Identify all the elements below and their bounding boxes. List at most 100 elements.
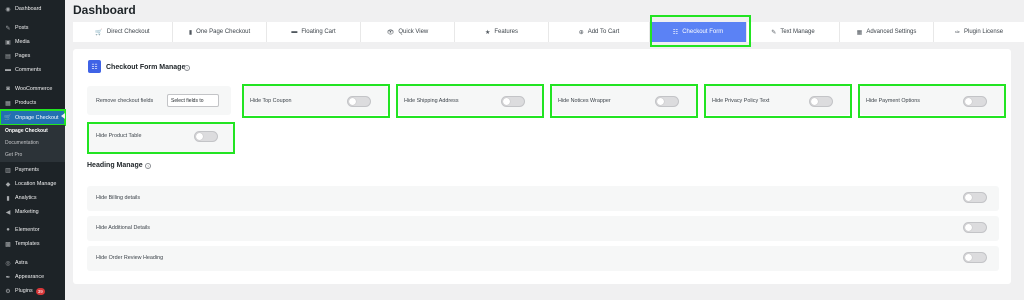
help-icon[interactable]: ? — [184, 65, 190, 71]
section-title-heading-manage: Heading Manage — [87, 162, 143, 169]
tab-direct-checkout[interactable]: 🛒 Direct Checkout — [73, 22, 173, 42]
woo-icon: ◙ — [6, 86, 10, 92]
submenu-item-documentation[interactable]: Documentation — [5, 140, 39, 146]
sidebar-item-label: Plugins — [15, 288, 33, 294]
sidebar-item-comments[interactable]: ▬ Comments — [0, 64, 65, 76]
products-icon: ▦ — [5, 100, 11, 107]
astra-icon: ◎ — [5, 260, 11, 267]
floating-cart-icon: ▬ — [291, 29, 298, 35]
sidebar-item-label: Location Manage — [15, 181, 57, 187]
list-item: Hide Order Review Heading — [87, 246, 999, 271]
admin-sidebar: ◉ Dashboard ✎ Posts ▣ Media ▤ Pages ▬ Comment… — [0, 0, 66, 300]
section-title-checkout-form: Checkout Form Manage — [106, 64, 186, 71]
sidebar-item-label: Onpage Checkout — [15, 114, 59, 121]
tab-label: Add To Cart — [587, 29, 620, 35]
tab-floating-cart[interactable]: ▬ Floating Cart — [267, 22, 361, 42]
hide-notices-wrapper-toggle[interactable] — [655, 96, 679, 107]
tab-label: Checkout Form — [682, 29, 724, 35]
tab-label: Direct Checkout — [106, 29, 150, 35]
toggle-label: Hide Notices Wrapper — [558, 98, 611, 104]
update-count-badge: 39 — [35, 287, 45, 295]
hide-order-review-heading-toggle[interactable] — [963, 252, 987, 263]
sidebar-item-label: Media — [15, 39, 30, 45]
hide-shipping-address-toggle[interactable] — [501, 96, 525, 107]
sidebar-item-label: Pages — [15, 53, 31, 59]
media-icon: ▣ — [5, 39, 11, 46]
tab-label: One Page Checkout — [196, 29, 251, 35]
elementor-icon: ● — [6, 227, 10, 233]
sidebar-item-payments[interactable]: ▥ Payments — [0, 164, 65, 176]
sidebar-item-label: Templates — [15, 241, 40, 247]
toggle-label: Hide Privacy Policy Text — [712, 98, 770, 104]
help-icon[interactable]: ? — [145, 163, 151, 169]
sidebar-item-analytics[interactable]: ▮ Analytics — [0, 192, 65, 204]
cart-icon: 🛒 — [4, 115, 12, 121]
sidebar-item-astra[interactable]: ◎ Astra — [0, 257, 65, 269]
tab-text-manage[interactable]: ✎ Text Manage — [747, 22, 840, 42]
plugins-icon: ⚙ — [5, 288, 11, 295]
sidebar-item-label: Dashboard — [15, 6, 42, 12]
sidebar-item-posts[interactable]: ✎ Posts — [0, 22, 65, 34]
tab-advanced-settings[interactable]: ▦ Advanced Settings — [840, 22, 934, 42]
tab-quick-view[interactable]: 👁 Quick View — [361, 22, 455, 42]
sidebar-item-elementor[interactable]: ● Elementor — [0, 224, 65, 236]
sidebar-item-label: WooCommerce — [15, 86, 53, 92]
pages-icon: ▤ — [5, 53, 11, 60]
sidebar-item-label: Analytics — [15, 195, 37, 201]
tab-label: Quick View — [398, 29, 429, 35]
sidebar-item-pages[interactable]: ▤ Pages — [0, 50, 65, 62]
submenu-item-get-pro[interactable]: Get Pro — [5, 152, 22, 158]
toggle-label: Hide Shipping Address — [404, 98, 459, 104]
row-label: Hide Order Review Heading — [96, 255, 164, 261]
hide-additional-details-toggle[interactable] — [963, 222, 987, 233]
sidebar-item-label: Astra — [15, 260, 28, 266]
toggle-label: Hide Payment Options — [866, 98, 920, 104]
sidebar-item-location-manage[interactable]: ◆ Location Manage — [0, 178, 65, 190]
key-icon: ✑ — [954, 29, 960, 36]
tab-label: Advanced Settings — [866, 29, 917, 35]
sidebar-item-media[interactable]: ▣ Media — [0, 36, 65, 48]
settings-tabs: 🛒 Direct Checkout ▮ One Page Checkout ▬ Flo… — [73, 22, 1024, 42]
tab-label: Features — [494, 29, 519, 35]
page-title: Dashboard — [73, 3, 136, 17]
sidebar-item-marketing[interactable]: ◀ Marketing — [0, 206, 65, 218]
sidebar-item-label: Marketing — [15, 209, 39, 215]
list-item: Hide Additional Details — [87, 216, 999, 241]
tab-add-to-cart[interactable]: ⊕ Add To Cart — [549, 22, 650, 42]
marketing-icon: ◀ — [5, 209, 11, 216]
file-icon: ▮ — [188, 29, 193, 36]
tab-label: Plugin License — [964, 29, 1004, 35]
submenu-item-onpage-checkout[interactable]: Onpage Checkout — [5, 128, 48, 134]
templates-icon: ▩ — [5, 241, 11, 248]
tab-plugin-license[interactable]: ✑ Plugin License — [934, 22, 1024, 42]
tab-label: Floating Cart — [301, 29, 336, 35]
hide-privacy-policy-toggle[interactable] — [809, 96, 833, 107]
hide-payment-options-toggle[interactable] — [963, 96, 987, 107]
tab-label: Text Manage — [780, 29, 815, 35]
sidebar-item-plugins[interactable]: ⚙ Plugins 39 — [0, 285, 65, 297]
tab-checkout-form[interactable]: ☷ Checkout Form — [650, 22, 747, 42]
sidebar-item-products[interactable]: ▦ Products — [0, 97, 65, 109]
hide-top-coupon-toggle[interactable] — [347, 96, 371, 107]
sidebar-item-appearance[interactable]: ✒ Appearance — [0, 271, 65, 283]
payments-icon: ▥ — [5, 167, 11, 174]
hide-billing-details-toggle[interactable] — [963, 192, 987, 203]
sidebar-item-templates[interactable]: ▩ Templates — [0, 238, 65, 250]
sidebar-submenu: Onpage Checkout Documentation Get Pro — [0, 125, 65, 162]
analytics-icon: ▮ — [6, 195, 10, 202]
sidebar-item-woocommerce[interactable]: ◙ WooCommerce — [0, 83, 65, 95]
form-icon: ☷ — [88, 60, 101, 73]
remove-fields-select[interactable]: Select fields to — [167, 94, 219, 107]
toggle-label: Hide Product Table — [96, 133, 142, 139]
form-icon: ☷ — [672, 29, 679, 36]
star-icon: ★ — [484, 29, 491, 36]
sidebar-item-label: Comments — [15, 67, 42, 73]
comments-icon: ▬ — [5, 67, 11, 73]
row-label: Hide Additional Details — [96, 225, 150, 231]
eye-icon: 👁 — [386, 29, 395, 36]
hide-product-table-toggle[interactable] — [194, 131, 218, 142]
tab-features[interactable]: ★ Features — [455, 22, 549, 42]
sidebar-item-dashboard[interactable]: ◉ Dashboard — [0, 3, 65, 15]
tab-one-page-checkout[interactable]: ▮ One Page Checkout — [173, 22, 267, 42]
sidebar-item-onpage-checkout[interactable]: 🛒 Onpage Checkout — [0, 109, 66, 126]
